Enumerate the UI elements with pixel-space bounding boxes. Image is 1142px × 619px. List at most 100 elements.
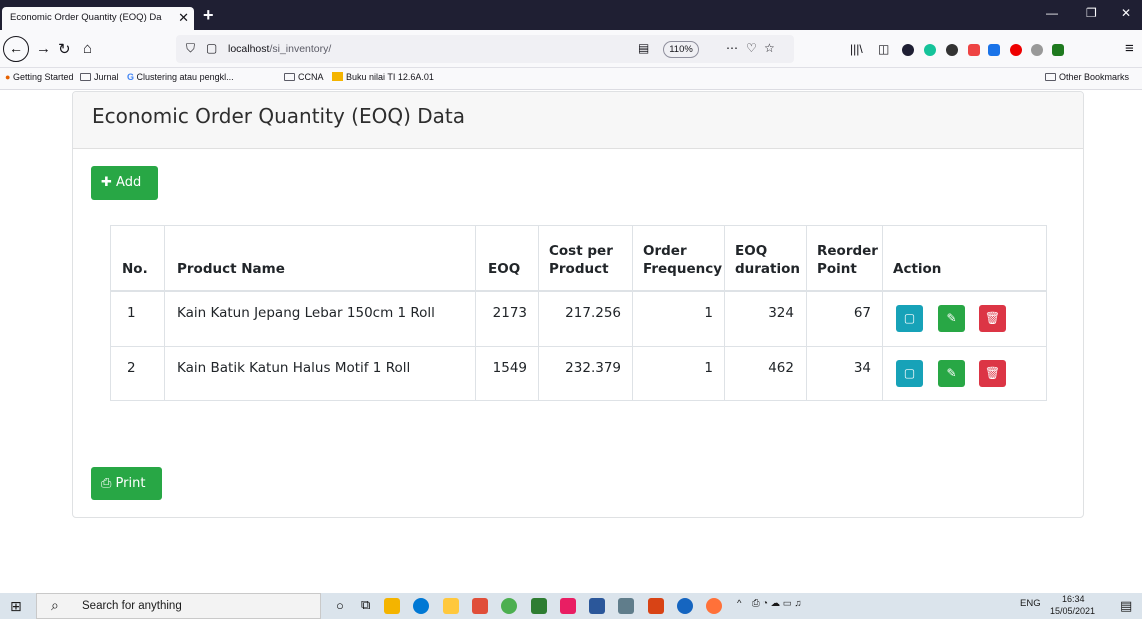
app-icon[interactable] <box>472 598 488 614</box>
sticky-notes-icon[interactable] <box>384 598 400 614</box>
task-view-icon[interactable]: ⧉ <box>361 597 370 613</box>
back-arrow-icon[interactable]: ← <box>3 36 29 62</box>
extension-icon[interactable] <box>902 44 914 56</box>
app-icon[interactable] <box>648 598 664 614</box>
cell-frequency: 1 <box>704 360 713 376</box>
sheets-icon <box>332 72 343 81</box>
pocket-icon[interactable]: ♡ <box>746 41 757 55</box>
bookmarks-bar: ● Getting Started Jurnal G Clustering at… <box>0 68 1142 90</box>
header-cost-line2: Product <box>549 261 609 277</box>
firefox-icon: ● <box>5 72 11 82</box>
tray-icons[interactable]: ⎙ ◔ ☁ ▭ ♫ <box>752 598 802 609</box>
notification-icon[interactable]: ▤ <box>1120 598 1132 614</box>
chrome-icon[interactable] <box>501 598 517 614</box>
cell-no: 1 <box>127 305 136 321</box>
maximize-icon[interactable]: ❐ <box>1086 6 1097 20</box>
minimize-icon[interactable]: — <box>1046 6 1058 20</box>
print-button[interactable]: ⎙ Print <box>91 467 162 500</box>
word-icon[interactable] <box>589 598 605 614</box>
search-icon: ⌕ <box>51 597 59 613</box>
firefox-taskbar-icon[interactable] <box>706 598 722 614</box>
bookmark-jurnal[interactable]: Jurnal <box>80 72 119 82</box>
opera-icon[interactable] <box>1010 44 1022 56</box>
column-divider <box>806 226 807 400</box>
header-reorder-line2: Point <box>817 261 857 277</box>
more-actions-icon[interactable]: ⋯ <box>726 41 738 55</box>
extension-icon[interactable] <box>946 44 958 56</box>
forward-arrow-icon[interactable]: → <box>36 40 51 57</box>
reader-view-icon[interactable]: ▤ <box>638 41 649 55</box>
bookmark-star-icon[interactable]: ☆ <box>764 41 775 55</box>
extension-icon[interactable] <box>968 44 980 56</box>
app-icon[interactable] <box>531 598 547 614</box>
url-text[interactable]: localhost/si_inventory/ <box>228 43 331 55</box>
edit-button[interactable]: ✎ <box>938 305 965 332</box>
taskbar-search[interactable]: ⌕ Search for anything <box>36 593 321 619</box>
new-tab-icon[interactable]: + <box>203 5 214 26</box>
header-no: No. <box>122 261 148 277</box>
row-divider <box>111 346 1046 347</box>
cell-product-name: Kain Katun Jepang Lebar 150cm 1 Roll <box>177 305 435 321</box>
app-icon[interactable] <box>618 598 634 614</box>
detail-icon: ▢ <box>903 366 916 380</box>
library-icon[interactable]: |||\ <box>850 42 863 56</box>
cell-duration: 462 <box>768 360 794 376</box>
header-eoq: EOQ <box>488 261 521 277</box>
browser-titlebar: Economic Order Quantity (EOQ) Da ✕ + — ❐… <box>0 0 1142 30</box>
extension-icon[interactable] <box>1052 44 1064 56</box>
detail-button[interactable]: ▢ <box>896 360 923 387</box>
windows-start-icon[interactable]: ⊞ <box>10 598 22 615</box>
delete-button[interactable]: 🗑 <box>979 305 1006 332</box>
tray-chevron-icon[interactable]: ^ <box>737 598 741 609</box>
shield-icon[interactable]: ⛉ <box>186 41 195 56</box>
clock-time[interactable]: 16:34 <box>1062 594 1085 604</box>
column-divider <box>475 226 476 400</box>
page-icon: ▢ <box>206 41 218 55</box>
trash-icon: 🗑 <box>984 311 1001 325</box>
browser-navbar: ← → ↻ ⌂ ⛉ ▢ localhost/si_inventory/ ▤ 11… <box>0 30 1142 68</box>
clock-date[interactable]: 15/05/2021 <box>1050 606 1095 616</box>
file-explorer-icon[interactable] <box>443 598 459 614</box>
folder-icon <box>80 73 91 81</box>
folder-icon <box>1045 73 1056 81</box>
add-button-label: Add <box>116 175 142 190</box>
other-bookmarks[interactable]: Other Bookmarks <box>1045 72 1129 82</box>
extension-icon[interactable] <box>1031 44 1043 56</box>
header-divider <box>111 290 1046 292</box>
cell-frequency: 1 <box>704 305 713 321</box>
trash-icon: 🗑 <box>984 366 1001 380</box>
add-button[interactable]: ✚ Add <box>91 166 158 200</box>
menu-icon[interactable]: ≡ <box>1125 40 1134 57</box>
bookmark-getting-started[interactable]: ● Getting Started <box>5 72 74 82</box>
detail-button[interactable]: ▢ <box>896 305 923 332</box>
app-icon[interactable] <box>677 598 693 614</box>
taskbar: ⊞ ⌕ Search for anything ○ ⧉ ^ ⎙ ◔ ☁ ▭ ♫ … <box>0 593 1142 619</box>
cell-cost: 232.379 <box>565 360 621 376</box>
bookmark-ccna[interactable]: CCNA <box>284 72 324 82</box>
header-product-name: Product Name <box>177 261 285 277</box>
reload-icon[interactable]: ↻ <box>58 40 71 58</box>
zoom-level[interactable]: 110% <box>663 41 699 58</box>
edit-button[interactable]: ✎ <box>938 360 965 387</box>
url-bar[interactable]: ⛉ ▢ localhost/si_inventory/ ▤ 110% ⋯ ♡ ☆ <box>176 35 794 63</box>
window-close-icon[interactable]: ✕ <box>1121 6 1131 20</box>
cell-duration: 324 <box>768 305 794 321</box>
grammarly-icon[interactable] <box>924 44 936 56</box>
header-frequency-line2: Frequency <box>643 261 723 277</box>
cortana-icon[interactable]: ○ <box>336 598 344 613</box>
extension-icon[interactable] <box>988 44 1000 56</box>
app-icon[interactable] <box>560 598 576 614</box>
card-header: Economic Order Quantity (EOQ) Data <box>73 92 1083 149</box>
sidebar-icon[interactable]: ◫ <box>878 42 889 56</box>
language-indicator[interactable]: ENG <box>1020 598 1041 609</box>
tab-close-icon[interactable]: ✕ <box>178 10 189 26</box>
bookmark-clustering[interactable]: G Clustering atau pengkl... <box>127 72 234 82</box>
cell-eoq: 1549 <box>492 360 527 376</box>
eoq-table: No. Product Name EOQ Cost per Product Or… <box>110 225 1047 401</box>
home-icon[interactable]: ⌂ <box>83 40 92 57</box>
edge-icon[interactable] <box>413 598 429 614</box>
delete-button[interactable]: 🗑 <box>979 360 1006 387</box>
bookmark-buku-nilai[interactable]: Buku nilai TI 12.6A.01 <box>332 72 434 82</box>
browser-tab[interactable]: Economic Order Quantity (EOQ) Da ✕ <box>2 7 194 30</box>
column-divider <box>538 226 539 400</box>
